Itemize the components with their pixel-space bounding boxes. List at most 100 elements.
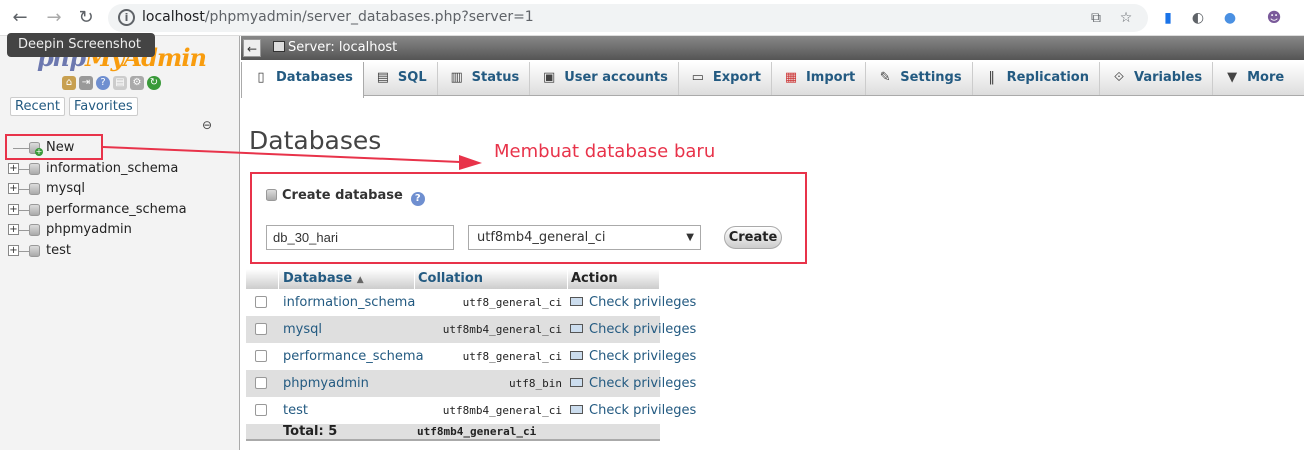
checkbox[interactable] xyxy=(255,404,267,416)
url-text[interactable]: localhost/phpmyadmin/server_databases.ph… xyxy=(142,9,534,25)
db-collation: utf8mb4_general_ci xyxy=(442,323,562,336)
check-privileges-link[interactable]: Check privileges xyxy=(568,316,696,343)
checkbox[interactable] xyxy=(255,323,267,335)
docs-icon[interactable]: ▤ xyxy=(113,76,127,90)
collation-selected: utf8mb4_general_ci xyxy=(477,230,606,245)
tab-label: Variables xyxy=(1133,70,1203,85)
databases-table: Database ▲ Collation Action information_… xyxy=(246,269,696,441)
back-icon[interactable]: ← xyxy=(8,6,32,30)
tab-user-accounts[interactable]: ▣ User accounts xyxy=(530,62,679,95)
tab-variables[interactable]: ⟐ Variables xyxy=(1100,62,1214,95)
dark-mode-icon[interactable]: ◐ xyxy=(1188,8,1208,28)
db-collation: utf8_general_ci xyxy=(462,350,562,363)
tab-label: Databases xyxy=(276,70,353,85)
quick-icons: ⌂ ⇥ ? ▤ ⚙ ↻ xyxy=(62,76,161,90)
tree-item-database[interactable]: + phpmyadmin xyxy=(8,220,187,241)
extension-icon[interactable]: ▮ xyxy=(1158,8,1178,28)
link-icon[interactable]: ⊖ xyxy=(202,118,212,132)
tree-line xyxy=(19,168,29,170)
database-icon xyxy=(29,162,40,175)
forward-icon[interactable]: → xyxy=(42,6,66,30)
check-privileges-link[interactable]: Check privileges xyxy=(568,370,696,397)
server-breadcrumb-bar: ← Server: localhost xyxy=(241,36,1304,60)
tree-line xyxy=(19,250,29,252)
help-icon[interactable]: ? xyxy=(96,76,110,90)
home-icon[interactable]: ⌂ xyxy=(62,76,76,90)
gear-icon[interactable]: ⚙ xyxy=(130,76,144,90)
tab-settings[interactable]: ✎ Settings xyxy=(866,62,973,95)
caret-down-icon: ▼ xyxy=(1227,70,1238,85)
action-label: Check privileges xyxy=(589,322,697,337)
help-icon[interactable]: ? xyxy=(410,192,425,206)
header-collation[interactable]: Collation xyxy=(415,269,568,289)
collapse-nav-button[interactable]: ← xyxy=(243,39,261,57)
tab-status[interactable]: ▥ Status xyxy=(438,62,531,95)
checkbox[interactable] xyxy=(255,296,267,308)
expand-icon[interactable]: + xyxy=(8,183,19,195)
database-icon xyxy=(266,189,277,201)
tab-label: Replication xyxy=(1006,70,1089,85)
db-name-link[interactable]: performance_schema xyxy=(279,343,424,370)
browser-toolbar: ← → ↻ i localhost/phpmyadmin/server_data… xyxy=(0,0,1304,36)
collation-select[interactable]: utf8mb4_general_ci ▼ xyxy=(468,225,701,250)
info-icon[interactable]: i xyxy=(118,9,135,26)
tab-import[interactable]: ▦ Import xyxy=(772,62,867,95)
breadcrumb-server[interactable]: Server: localhost xyxy=(273,40,397,55)
check-privileges-link[interactable]: Check privileges xyxy=(568,397,696,424)
expand-icon[interactable]: + xyxy=(8,244,19,256)
tab-label: Settings xyxy=(900,70,962,85)
recent-tab[interactable]: Recent xyxy=(10,97,65,116)
total-collation: utf8mb4_general_ci xyxy=(417,425,537,438)
exit-icon[interactable]: ⇥ xyxy=(79,76,93,90)
privileges-icon xyxy=(570,297,583,306)
main-menu: ▯ Databases ▤ SQL ▥ Status ▣ User accounts ▭… xyxy=(241,62,1304,98)
row-checkbox[interactable] xyxy=(246,370,279,397)
favorites-tab[interactable]: Favorites xyxy=(68,97,138,116)
tab-export[interactable]: ▭ Export xyxy=(679,62,772,95)
expand-icon[interactable]: + xyxy=(8,203,19,215)
check-privileges-link[interactable]: Check privileges xyxy=(568,289,696,316)
tree-label: information_schema xyxy=(46,160,179,176)
action-label: Check privileges xyxy=(589,349,697,364)
expand-icon[interactable]: + xyxy=(8,224,19,236)
tab-more[interactable]: ▼ More xyxy=(1213,62,1294,95)
row-checkbox[interactable] xyxy=(246,316,279,343)
reload-icon[interactable]: ↻ xyxy=(74,6,98,30)
profile-avatar-icon[interactable]: ☻ xyxy=(1264,8,1284,28)
tab-label: User accounts xyxy=(564,70,668,85)
checkbox[interactable] xyxy=(255,377,267,389)
tab-replication[interactable]: ‖ Replication xyxy=(973,62,1100,95)
tree-item-database[interactable]: + test xyxy=(8,241,187,262)
tab-sql[interactable]: ▤ SQL xyxy=(364,62,438,95)
tree-label: test xyxy=(46,242,71,258)
sql-icon: ▤ xyxy=(376,70,390,85)
header-database[interactable]: Database ▲ xyxy=(279,269,415,289)
total-action-spacer xyxy=(568,424,660,439)
translate-icon[interactable]: ⧉ xyxy=(1086,8,1106,28)
row-checkbox[interactable] xyxy=(246,397,279,424)
database-name-input[interactable] xyxy=(266,225,454,250)
db-name-link[interactable]: test xyxy=(279,397,415,424)
row-checkbox[interactable] xyxy=(246,343,279,370)
star-icon[interactable]: ☆ xyxy=(1116,8,1136,28)
db-name-link[interactable]: information_schema xyxy=(279,289,415,316)
check-privileges-link[interactable]: Check privileges xyxy=(568,343,696,370)
tab-databases[interactable]: ▯ Databases xyxy=(241,62,364,98)
table-row: test utf8mb4_general_ci Check privileges xyxy=(246,397,696,424)
extension-2-icon[interactable]: ● xyxy=(1220,8,1240,28)
privileges-icon xyxy=(570,405,583,414)
row-checkbox[interactable] xyxy=(246,289,279,316)
db-name-link[interactable]: mysql xyxy=(279,316,415,343)
create-button[interactable]: Create xyxy=(724,226,782,249)
annotation-highlight-new xyxy=(5,134,103,160)
tree-label: phpmyadmin xyxy=(46,222,132,238)
tree-item-database[interactable]: + mysql xyxy=(8,179,187,200)
tree-item-database[interactable]: + information_schema xyxy=(8,159,187,180)
expand-icon[interactable]: + xyxy=(8,162,19,174)
reload-nav-icon[interactable]: ↻ xyxy=(147,76,161,90)
checkbox[interactable] xyxy=(255,350,267,362)
status-icon: ▥ xyxy=(450,70,463,85)
db-name-link[interactable]: phpmyadmin xyxy=(279,370,415,397)
address-bar[interactable]: i localhost/phpmyadmin/server_databases.… xyxy=(108,4,1148,32)
tree-item-database[interactable]: + performance_schema xyxy=(8,200,187,221)
